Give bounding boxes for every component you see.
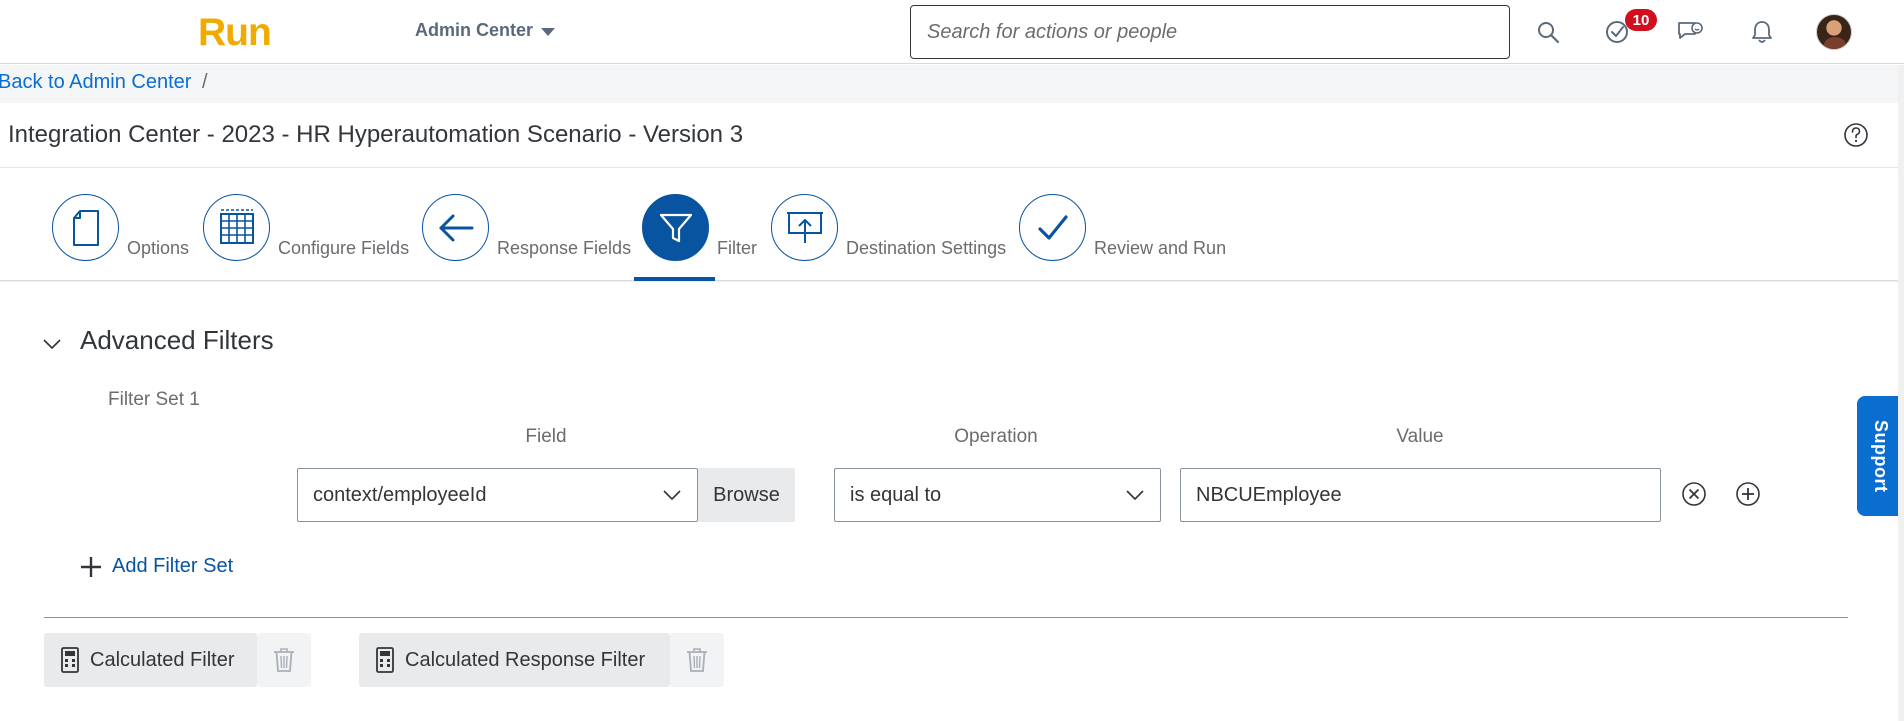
support-tab-label: Support: [1871, 419, 1891, 493]
search-icon[interactable]: [1532, 16, 1564, 48]
checkmark-icon: [1019, 194, 1086, 261]
search-field[interactable]: [910, 5, 1510, 59]
value-column-header: Value: [1396, 426, 1444, 447]
add-filter-set-button[interactable]: Add Filter Set: [80, 555, 233, 578]
search-input[interactable]: [911, 6, 1509, 58]
trash-icon: [687, 648, 707, 672]
remove-circle-icon[interactable]: [1681, 481, 1707, 507]
calculated-response-filter-label: Calculated Response Filter: [405, 648, 646, 671]
page-header: Integration Center - 2023 - HR Hyperauto…: [0, 103, 1904, 168]
caret-down-icon: [541, 27, 556, 36]
product-menu-label: Admin Center: [415, 20, 534, 40]
breadcrumb-separator: /: [202, 71, 208, 93]
upload-screen-icon: [771, 194, 838, 261]
step-filter[interactable]: Filter: [642, 193, 757, 261]
step-label: Configure Fields: [278, 238, 410, 258]
step-label: Destination Settings: [846, 238, 1007, 258]
browse-button[interactable]: Browse: [698, 468, 795, 522]
wizard-steps: Options Configure Fields Response Fields…: [0, 169, 1904, 281]
help-icon[interactable]: [1843, 122, 1869, 148]
chat-feedback-icon[interactable]: [1674, 16, 1706, 48]
calculator-icon: [376, 647, 394, 673]
add-circle-icon[interactable]: [1735, 481, 1761, 507]
calculated-filter-label: Calculated Filter: [90, 648, 235, 671]
operation-column-header: Operation: [954, 426, 1038, 447]
chevron-down-icon: [1126, 490, 1144, 500]
shell-bar: Run Admin Center 10: [0, 0, 1904, 64]
back-to-admin-center-link[interactable]: Back to Admin Center: [0, 71, 191, 94]
field-column-header: Field: [525, 426, 567, 447]
add-filter-set-label: Add Filter Set: [112, 555, 234, 577]
step-label: Filter: [717, 238, 757, 258]
value-input[interactable]: [1181, 469, 1660, 521]
product-switcher-menu[interactable]: Admin Center: [415, 20, 556, 41]
step-review-and-run[interactable]: Review and Run: [1019, 193, 1226, 261]
arrow-left-icon: [422, 194, 489, 261]
breadcrumb: Back to Admin Center /: [0, 65, 1904, 103]
calculated-filter-button[interactable]: Calculated Filter: [44, 633, 257, 687]
active-step-indicator: [634, 277, 715, 281]
bell-icon[interactable]: [1746, 16, 1778, 48]
funnel-icon: [642, 194, 709, 261]
user-avatar[interactable]: [1816, 14, 1852, 50]
calculated-response-filter-button[interactable]: Calculated Response Filter: [359, 633, 670, 687]
page-title: Integration Center - 2023 - HR Hyperauto…: [8, 121, 744, 148]
chevron-down-icon[interactable]: [42, 334, 62, 354]
field-select[interactable]: context/employeeId: [297, 468, 698, 522]
delete-calculated-response-filter-button[interactable]: [670, 633, 724, 687]
advanced-filters-title: Advanced Filters: [80, 325, 274, 355]
page: Run Admin Center 10 Back to Admin Center…: [0, 0, 1904, 721]
step-label: Response Fields: [497, 238, 632, 258]
app-logo[interactable]: Run: [198, 13, 272, 52]
trash-icon: [274, 648, 294, 672]
calculator-icon: [61, 647, 79, 673]
vertical-scrollbar[interactable]: [1898, 65, 1904, 721]
step-configure-fields[interactable]: Configure Fields: [203, 193, 409, 261]
delete-calculated-filter-button[interactable]: [257, 633, 311, 687]
step-response-fields[interactable]: Response Fields: [422, 193, 631, 261]
step-options[interactable]: Options: [52, 193, 189, 261]
section-divider: [44, 617, 1848, 618]
notification-badge: 10: [1625, 9, 1657, 31]
step-label: Review and Run: [1094, 238, 1227, 258]
step-label: Options: [127, 238, 190, 258]
document-icon: [52, 194, 119, 261]
chevron-down-icon: [663, 490, 681, 500]
step-destination-settings[interactable]: Destination Settings: [771, 193, 1006, 261]
filter-set-label: Filter Set 1: [108, 389, 200, 410]
operation-select[interactable]: is equal to: [834, 468, 1161, 522]
field-select-value: context/employeeId: [313, 483, 487, 506]
support-tab[interactable]: Support: [1857, 396, 1904, 516]
operation-select-value: is equal to: [850, 483, 942, 506]
table-grid-icon: [203, 194, 270, 261]
plus-icon: [81, 556, 101, 577]
value-field[interactable]: [1180, 468, 1661, 522]
